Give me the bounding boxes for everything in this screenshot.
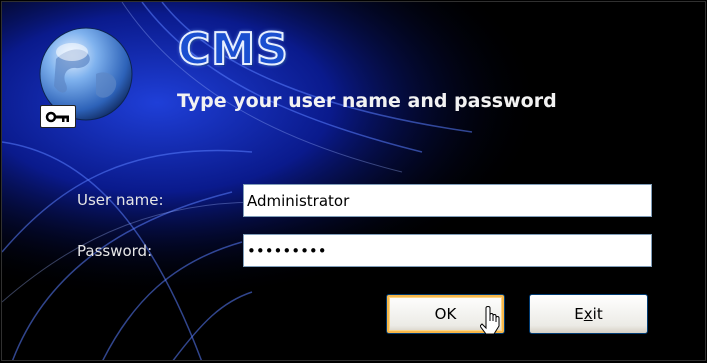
username-field[interactable]: [243, 184, 652, 217]
ok-button-label: OK: [434, 305, 457, 323]
key-icon: [40, 105, 76, 128]
app-logo: CMS: [177, 24, 289, 75]
username-label: User name:: [77, 191, 164, 209]
login-instruction: Type your user name and password: [177, 90, 557, 112]
login-dialog: CMS Type your user name and password Use…: [1, 1, 706, 361]
exit-button-label: Exit: [574, 305, 603, 323]
password-field[interactable]: [243, 234, 652, 267]
mouse-pointer-icon: [480, 306, 500, 335]
password-label: Password:: [77, 242, 153, 260]
exit-button[interactable]: Exit: [529, 294, 648, 334]
